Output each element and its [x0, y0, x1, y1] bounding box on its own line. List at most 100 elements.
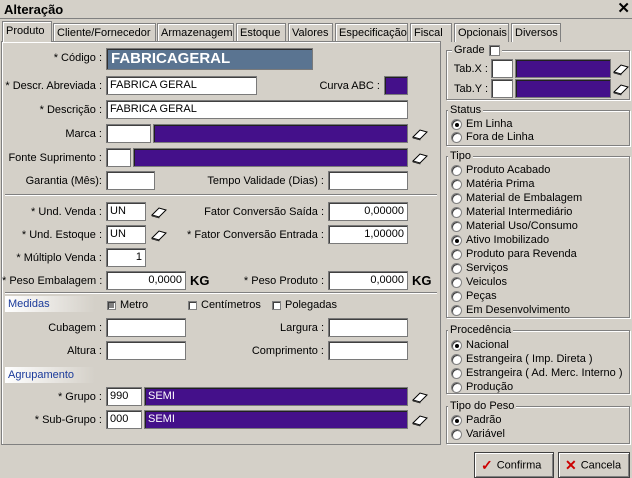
eraser-icon[interactable]	[412, 127, 428, 141]
altura-field[interactable]	[106, 341, 186, 360]
tab-estoque[interactable]: Estoque	[236, 23, 286, 42]
radio-icon	[451, 339, 462, 351]
agrupamento-header: Agrupamento	[5, 367, 95, 383]
tipo-peso-option-padrao[interactable]: Padrão	[451, 413, 501, 427]
eraser-icon[interactable]	[412, 413, 428, 427]
multiplo-venda-field[interactable]: 1	[106, 248, 146, 267]
tipo-title: Tipo	[448, 150, 473, 162]
tab-x-name-field[interactable]	[515, 59, 611, 78]
altura-label: Altura :	[67, 345, 102, 357]
peso-produto-field[interactable]: 0,0000	[328, 271, 408, 290]
tab-armazenagem[interactable]: Armazenagem	[157, 23, 234, 42]
tab-cliente-fornecedor[interactable]: Cliente/Fornecedor	[53, 23, 156, 42]
checkbox-icon	[188, 300, 197, 310]
medidas-option-metro[interactable]: Metro	[107, 298, 148, 312]
tab-x-code-field[interactable]	[491, 59, 513, 78]
eraser-icon[interactable]	[412, 151, 428, 165]
peso-embalagem-field[interactable]: 0,0000	[106, 271, 186, 290]
descricao-label: * Descrição :	[39, 104, 102, 116]
tipo-option-material-intermediario[interactable]: Material Intermediário	[451, 205, 572, 219]
tab-y-code-field[interactable]	[491, 79, 513, 98]
tipo-option-servicos[interactable]: Serviços	[451, 261, 508, 275]
sub-grupo-label: * Sub-Grupo :	[34, 414, 102, 426]
grupo-code-field[interactable]: 990	[106, 387, 142, 406]
checkbox-icon	[272, 300, 281, 310]
procedencia-option-producao[interactable]: Produção	[451, 380, 513, 394]
medidas-option-centimetros[interactable]: Centímetros	[188, 298, 261, 312]
divider	[5, 292, 437, 294]
tipo-option-pecas[interactable]: Peças	[451, 289, 497, 303]
eraser-icon[interactable]	[412, 390, 428, 404]
marca-code-field[interactable]	[106, 124, 151, 143]
marca-name-field[interactable]	[153, 124, 408, 143]
fonte-suprimento-name-field[interactable]	[133, 148, 408, 167]
fator-entrada-field[interactable]: 1,00000	[328, 225, 408, 244]
garantia-field[interactable]	[106, 171, 155, 190]
procedencia-option-estrangeira-imp[interactable]: Estrangeira ( Imp. Direta )	[451, 352, 593, 366]
radio-icon	[451, 178, 462, 190]
marca-label: Marca :	[65, 128, 102, 140]
radio-icon	[451, 192, 462, 204]
eraser-icon[interactable]	[151, 228, 167, 242]
tab-produto[interactable]: Produto	[2, 21, 52, 42]
tipo-peso-option-variavel[interactable]: Variável	[451, 427, 505, 441]
confirma-button[interactable]: ✓ Confirma	[474, 452, 554, 478]
codigo-field[interactable]: FABRICAGERAL	[106, 48, 313, 70]
multiplo-venda-label: * Múltiplo Venda :	[16, 252, 102, 264]
descricao-field[interactable]: FABRICA GERAL	[106, 100, 408, 119]
procedencia-option-nacional[interactable]: Nacional	[451, 338, 509, 352]
tab-diversos[interactable]: Diversos	[511, 23, 561, 42]
sub-grupo-code-field[interactable]: 000	[106, 410, 142, 429]
und-estoque-label: * Und. Estoque :	[21, 229, 102, 241]
tipo-peso-title: Tipo do Peso	[448, 400, 517, 412]
tipo-option-material-embalagem[interactable]: Material de Embalagem	[451, 191, 582, 205]
grade-checkbox[interactable]	[488, 44, 500, 56]
sub-grupo-name-field[interactable]: SEMI	[144, 410, 408, 429]
radio-icon	[451, 276, 462, 288]
eraser-icon[interactable]	[151, 205, 167, 219]
radio-icon	[451, 290, 462, 302]
eraser-icon[interactable]	[613, 62, 629, 76]
tab-especificacao[interactable]: Especificação	[335, 23, 408, 42]
tempo-validade-field[interactable]	[328, 171, 408, 190]
comprimento-field[interactable]	[328, 341, 408, 360]
tipo-option-produto-acabado[interactable]: Produto Acabado	[451, 163, 550, 177]
tipo-option-materia-prima[interactable]: Matéria Prima	[451, 177, 534, 191]
und-estoque-field[interactable]: UN	[106, 225, 146, 244]
tab-opcionais[interactable]: Opcionais	[454, 23, 509, 42]
status-option-em-linha[interactable]: Em Linha	[451, 117, 512, 131]
tipo-option-material-uso-consumo[interactable]: Material Uso/Consumo	[451, 219, 578, 233]
und-venda-field[interactable]: UN	[106, 202, 146, 221]
tab-fiscal[interactable]: Fiscal	[410, 23, 452, 42]
tipo-option-produto-revenda[interactable]: Produto para Revenda	[451, 247, 577, 261]
status-title: Status	[448, 104, 484, 116]
tab-valores[interactable]: Valores	[288, 23, 333, 42]
cubagem-field[interactable]	[106, 318, 186, 337]
garantia-label: Garantia (Mês):	[25, 175, 102, 187]
peso-embalagem-unit: KG	[190, 273, 210, 288]
tipo-option-em-desenvolvimento[interactable]: Em Desenvolvimento	[451, 303, 570, 317]
descr-abreviada-field[interactable]: FABRICA GERAL	[106, 76, 257, 95]
peso-embalagem-label: * Peso Embalagem :	[2, 275, 103, 287]
procedencia-option-estrangeira-merc[interactable]: Estrangeira ( Ad. Merc. Interno )	[451, 366, 623, 380]
tab-y-name-field[interactable]	[515, 79, 611, 98]
medidas-option-polegadas[interactable]: Polegadas	[272, 298, 337, 312]
grupo-name-field[interactable]: SEMI	[144, 387, 408, 406]
radio-icon	[451, 164, 462, 176]
curva-abc-field[interactable]	[384, 76, 408, 95]
peso-produto-unit: KG	[412, 273, 432, 288]
tipo-option-ativo-imobilizado[interactable]: Ativo Imobilizado	[451, 233, 549, 247]
largura-field[interactable]	[328, 318, 408, 337]
fator-saida-field[interactable]: 0,00000	[328, 202, 408, 221]
tempo-validade-label: Tempo Validade (Dias) :	[207, 175, 324, 187]
grupo-label: * Grupo :	[57, 391, 102, 403]
cancela-button[interactable]: ✕ Cancela	[558, 452, 630, 478]
radio-icon	[451, 262, 462, 274]
eraser-icon[interactable]	[613, 82, 629, 96]
close-icon[interactable]: ✕	[617, 0, 630, 18]
fonte-suprimento-code-field[interactable]	[106, 148, 131, 167]
tipo-option-veiculos[interactable]: Veiculos	[451, 275, 507, 289]
status-option-fora-de-linha[interactable]: Fora de Linha	[451, 130, 534, 144]
tab-y-label: Tab.Y :	[453, 83, 488, 95]
peso-produto-label: * Peso Produto :	[243, 275, 324, 287]
